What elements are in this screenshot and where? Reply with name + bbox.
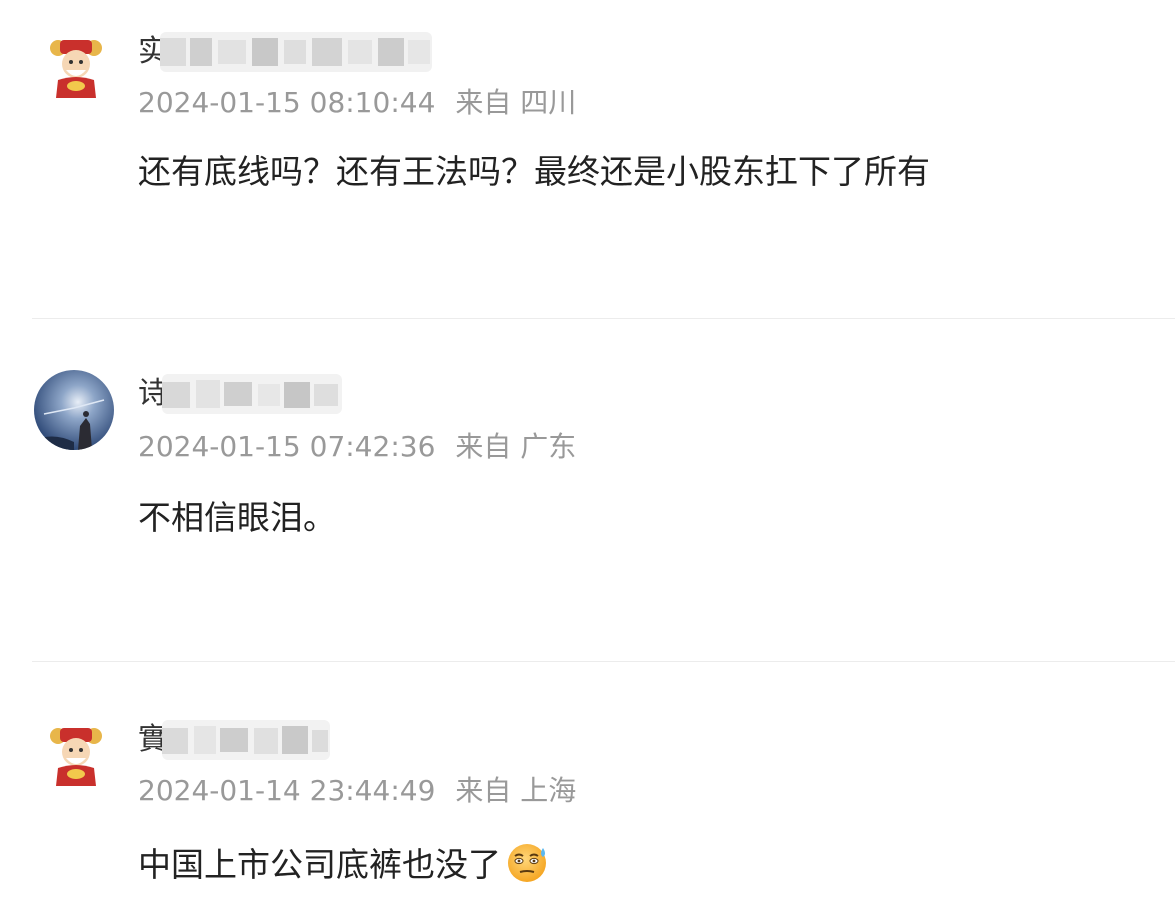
- comment-meta: 2024-01-15 08:10:44 来自 四川: [138, 86, 576, 120]
- comment-text: 还有底线吗？还有王法吗？最终还是小股东扛下了所有: [138, 152, 930, 191]
- username-blur-mask: [162, 720, 330, 760]
- username-blur-mask: [160, 32, 432, 72]
- fortune-god-avatar-icon[interactable]: [36, 28, 116, 108]
- comment-meta: 2024-01-15 07:42:36 来自 广东: [138, 430, 576, 464]
- fortune-god-avatar-icon[interactable]: [36, 716, 116, 796]
- comment-meta: 2024-01-14 23:44:49 来自 上海: [138, 774, 576, 808]
- location: 来自 上海: [455, 774, 577, 807]
- comment-text: 中国上市公司底裤也没了: [138, 840, 549, 887]
- timestamp: 2024-01-14 23:44:49: [138, 774, 436, 807]
- sweat-smile-emoji-icon: [505, 840, 549, 884]
- location: 来自 广东: [455, 430, 577, 463]
- comment-text: 不相信眼泪。: [138, 498, 336, 537]
- timestamp: 2024-01-15 08:10:44: [138, 86, 436, 119]
- divider: [32, 661, 1175, 662]
- timestamp: 2024-01-15 07:42:36: [138, 430, 436, 463]
- night-sky-avatar-icon[interactable]: [34, 370, 114, 450]
- location: 来自 四川: [455, 86, 577, 119]
- username-blur-mask: [162, 374, 342, 414]
- divider: [32, 318, 1175, 319]
